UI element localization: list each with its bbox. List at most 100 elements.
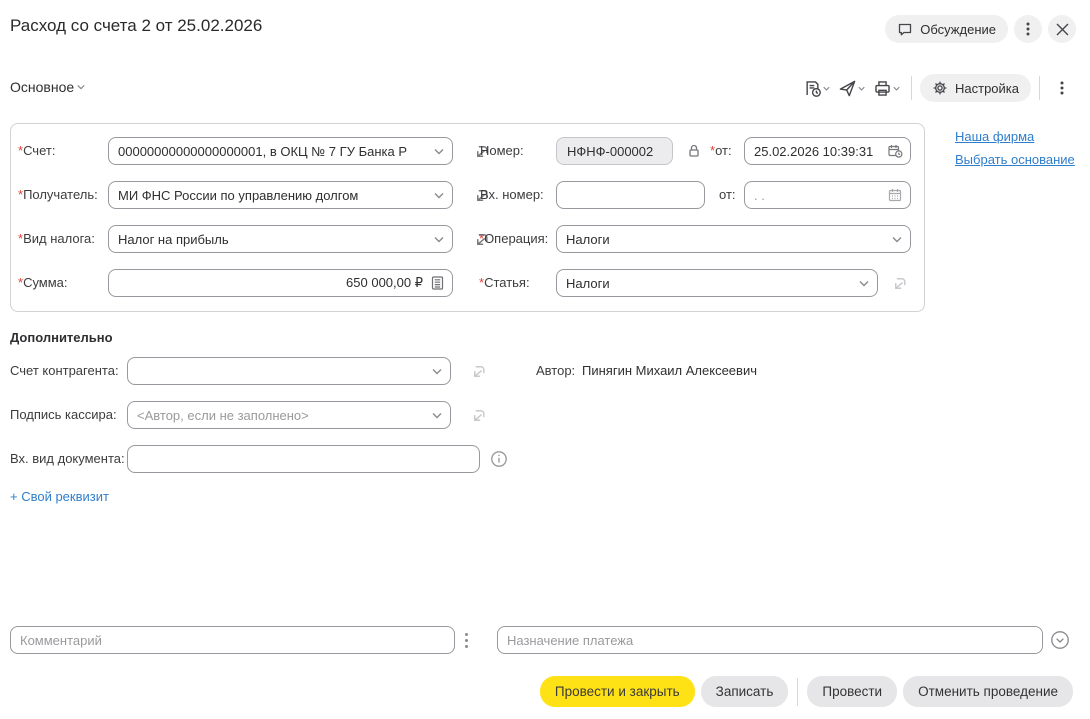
payee-value: МИ ФНС России по управлению долгом (118, 188, 428, 203)
open-form-icon (470, 407, 487, 424)
kebab-icon (1060, 80, 1064, 96)
discussion-label: Обсуждение (920, 22, 996, 37)
close-icon (1056, 23, 1069, 36)
chevron-down-icon (893, 86, 900, 91)
amount-input[interactable]: 650 000,00 ₽ (108, 269, 453, 297)
tax-type-value: Налог на прибыль (118, 232, 428, 247)
toolbar-kebab-button[interactable] (1048, 74, 1076, 102)
chevron-down-icon (432, 368, 442, 375)
tax-type-select[interactable]: Налог на прибыль (108, 225, 453, 253)
account-label: *Счет: (18, 137, 55, 165)
cashier-signature-open-button[interactable] (467, 404, 489, 426)
header-kebab-button[interactable] (1014, 15, 1042, 43)
send-button[interactable] (835, 77, 868, 100)
info-icon (490, 450, 508, 468)
print-button[interactable] (870, 77, 903, 100)
link-select-basis[interactable]: Выбрать основание (955, 152, 1075, 167)
chevron-down-icon (858, 86, 865, 91)
tax-type-label: *Вид налога: (18, 225, 95, 253)
article-label: *Статья: (479, 269, 530, 297)
post-and-close-button[interactable]: Провести и закрыть (540, 676, 695, 707)
counterparty-account-select[interactable] (127, 357, 451, 385)
amount-value: 650 000,00 ₽ (118, 275, 423, 291)
undo-posting-button[interactable]: Отменить проведение (903, 676, 1073, 707)
document-clock-icon (803, 79, 822, 98)
main-menu-label: Основное (10, 79, 74, 95)
chevron-down-icon (823, 86, 830, 91)
in-number-input[interactable] (556, 181, 705, 209)
payee-select[interactable]: МИ ФНС России по управлению долгом (108, 181, 453, 209)
in-date-placeholder: . . (754, 188, 765, 203)
number-value: НФНФ-000002 (567, 144, 653, 159)
printer-icon (873, 79, 892, 98)
cashier-signature-placeholder: <Автор, если не заполнено> (137, 408, 426, 423)
in-date-label: от: (719, 181, 736, 209)
discussion-button[interactable]: Обсуждение (885, 15, 1008, 43)
calendar-icon (887, 187, 903, 203)
paper-plane-icon (838, 79, 857, 98)
main-menu[interactable]: Основное (10, 79, 85, 95)
payment-purpose-expand-button[interactable] (1049, 629, 1071, 651)
article-select[interactable]: Налоги (556, 269, 878, 297)
divider (911, 76, 912, 100)
chevron-down-icon (77, 84, 85, 90)
open-form-icon (891, 275, 908, 292)
account-value: 00000000000000000001, в ОКЦ № 7 ГУ Банка… (118, 144, 428, 159)
document-window: Расход со счета 2 от 25.02.2026 Обсужден… (0, 0, 1090, 719)
link-custom-attribute[interactable]: + Свой реквизит (10, 489, 109, 504)
page-title: Расход со счета 2 от 25.02.2026 (10, 16, 262, 36)
counterparty-account-label: Счет контрагента: (10, 357, 119, 385)
operation-select[interactable]: Налоги (556, 225, 911, 253)
payment-purpose-input[interactable] (497, 626, 1043, 654)
date-value: 25.02.2026 10:39:31 (754, 144, 873, 159)
number-input: НФНФ-000002 (556, 137, 673, 165)
in-date-input[interactable]: . . (744, 181, 911, 209)
open-form-icon (470, 363, 487, 380)
chevron-down-icon (434, 192, 444, 199)
date-label: *от: (710, 137, 732, 165)
chevron-down-icon (434, 236, 444, 243)
amount-label: *Сумма: (18, 269, 68, 297)
article-value: Налоги (566, 276, 853, 291)
calendar-clock-icon (887, 143, 903, 159)
chevron-down-icon (892, 236, 902, 243)
author-value: Пинягин Михаил Алексеевич (582, 357, 757, 385)
settings-button[interactable]: Настройка (920, 74, 1031, 102)
operation-value: Налоги (566, 232, 886, 247)
payee-label: *Получатель: (18, 181, 98, 209)
divider (797, 678, 798, 706)
close-button[interactable] (1048, 15, 1076, 43)
date-input[interactable]: 25.02.2026 10:39:31 (744, 137, 911, 165)
incoming-doc-type-input[interactable] (127, 445, 480, 473)
create-based-on-button[interactable] (800, 77, 833, 100)
gear-icon (932, 80, 948, 96)
divider (1039, 76, 1040, 100)
chevron-down-icon (434, 148, 444, 155)
cashier-signature-select[interactable]: <Автор, если не заполнено> (127, 401, 451, 429)
footer-actions: Провести и закрыть Записать Провести Отм… (540, 676, 1073, 707)
settings-label: Настройка (955, 81, 1019, 96)
author-label: Автор: (536, 357, 575, 385)
number-label: Номер: (480, 137, 524, 165)
post-button[interactable]: Провести (807, 676, 897, 707)
article-open-button[interactable] (888, 272, 910, 294)
counterparty-account-open-button[interactable] (467, 360, 489, 382)
comment-kebab-button[interactable] (462, 630, 471, 651)
in-number-label: Вх. номер: (480, 181, 544, 209)
calculator-icon[interactable] (430, 275, 445, 291)
incoming-doc-type-label: Вх. вид документа: (10, 445, 125, 473)
save-button[interactable]: Записать (701, 676, 789, 707)
comment-input[interactable] (10, 626, 455, 654)
number-lock-button[interactable] (683, 140, 705, 162)
account-select[interactable]: 00000000000000000001, в ОКЦ № 7 ГУ Банка… (108, 137, 453, 165)
chevron-down-icon (432, 412, 442, 419)
kebab-icon (465, 633, 468, 636)
incoming-doc-type-info-button[interactable] (488, 448, 510, 470)
kebab-icon (1026, 21, 1030, 37)
document-toolbar: Настройка (800, 74, 1076, 102)
chevron-down-circle-icon (1050, 630, 1070, 650)
additional-section-title: Дополнительно (10, 330, 113, 345)
lock-icon (686, 143, 702, 159)
link-our-company[interactable]: Наша фирма (955, 129, 1034, 144)
chat-icon (897, 21, 913, 37)
